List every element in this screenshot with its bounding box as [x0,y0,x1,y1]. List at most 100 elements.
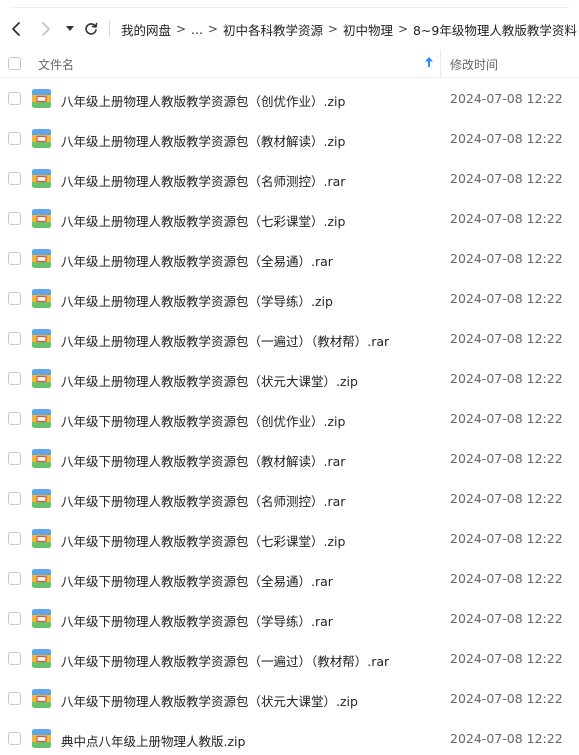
file-row[interactable]: 典中点八年级上册物理人教版.zip 2024-07-08 12:22 [0,720,579,755]
file-modified-time: 2024-07-08 12:22 [450,451,563,466]
file-list: 八年级上册物理人教版教学资源包（创优作业）.zip 2024-07-08 12:2… [0,80,579,755]
row-checkbox[interactable] [8,212,21,225]
chevron-left-icon [12,22,20,36]
file-name[interactable]: 八年级下册物理人教版教学资源包（七彩课堂）.zip [61,531,345,550]
file-row[interactable]: 八年级下册物理人教版教学资源包（七彩课堂）.zip 2024-07-08 12:2… [0,520,579,560]
file-modified-time: 2024-07-08 12:22 [450,571,563,586]
file-modified-time: 2024-07-08 12:22 [450,91,563,106]
file-modified-time: 2024-07-08 12:22 [450,131,563,146]
file-row[interactable]: 八年级上册物理人教版教学资源包（全易通）.rar 2024-07-08 12:22 [0,240,579,280]
row-checkbox[interactable] [8,652,21,665]
archive-file-icon [31,88,52,109]
file-list-header: 文件名 修改时间 [0,50,579,78]
file-name[interactable]: 八年级下册物理人教版教学资源包（状元大课堂）.zip [61,691,358,710]
caret-down-icon [66,26,74,31]
file-row[interactable]: 八年级下册物理人教版教学资源包（创优作业）.zip 2024-07-08 12:2… [0,400,579,440]
row-checkbox[interactable] [8,492,21,505]
file-modified-time: 2024-07-08 12:22 [450,491,563,506]
file-modified-time: 2024-07-08 12:22 [450,291,563,306]
breadcrumb-item-current-folder[interactable]: 8~9年级物理人教版教学资料 [413,20,577,39]
file-row[interactable]: 八年级上册物理人教版教学资源包（状元大课堂）.zip 2024-07-08 12:… [0,360,579,400]
file-row[interactable]: 八年级上册物理人教版教学资源包（学导练）.zip 2024-07-08 12:22 [0,280,579,320]
select-all-checkbox[interactable] [8,57,21,70]
row-checkbox[interactable] [8,572,21,585]
file-row[interactable]: 八年级上册物理人教版教学资源包（创优作业）.zip 2024-07-08 12:2… [0,80,579,120]
row-checkbox[interactable] [8,92,21,105]
file-modified-time: 2024-07-08 12:22 [450,691,563,706]
file-row[interactable]: 八年级上册物理人教版教学资源包（教材解读）.zip 2024-07-08 12:2… [0,120,579,160]
archive-file-icon [31,648,52,669]
chevron-right-icon [42,22,50,36]
file-modified-time: 2024-07-08 12:22 [450,251,563,266]
back-button[interactable] [4,8,28,50]
archive-file-icon [31,168,52,189]
file-name[interactable]: 八年级下册物理人教版教学资源包（学导练）.rar [61,611,333,630]
file-name[interactable]: 八年级上册物理人教版教学资源包（名师测控）.rar [61,171,345,190]
row-checkbox[interactable] [8,732,21,745]
refresh-button[interactable] [81,8,101,50]
file-modified-time: 2024-07-08 12:22 [450,611,563,626]
column-header-modified[interactable]: 修改时间 [450,56,498,73]
file-modified-time: 2024-07-08 12:22 [450,531,563,546]
file-name[interactable]: 八年级下册物理人教版教学资源包（一遍过）（教材帮）.rar [61,651,389,670]
forward-button[interactable] [34,8,58,50]
history-dropdown-button[interactable] [63,8,77,50]
row-checkbox[interactable] [8,292,21,305]
file-row[interactable]: 八年级下册物理人教版教学资源包（状元大课堂）.zip 2024-07-08 12:… [0,680,579,720]
file-name[interactable]: 八年级上册物理人教版教学资源包（全易通）.rar [61,251,333,270]
row-checkbox[interactable] [8,452,21,465]
file-row[interactable]: 八年级下册物理人教版教学资源包（教材解读）.rar 2024-07-08 12:2… [0,440,579,480]
file-row[interactable]: 八年级下册物理人教版教学资源包（学导练）.rar 2024-07-08 12:22 [0,600,579,640]
file-name[interactable]: 八年级下册物理人教版教学资源包（教材解读）.rar [61,451,345,470]
row-checkbox[interactable] [8,132,21,145]
row-checkbox[interactable] [8,692,21,705]
file-modified-time: 2024-07-08 12:22 [450,211,563,226]
breadcrumb-item-junior-resources[interactable]: 初中各科教学资源 [223,20,323,39]
file-row[interactable]: 八年级上册物理人教版教学资源包（七彩课堂）.zip 2024-07-08 12:2… [0,200,579,240]
refresh-icon [85,22,98,35]
file-name[interactable]: 八年级上册物理人教版教学资源包（创优作业）.zip [61,91,345,110]
archive-file-icon [31,328,52,349]
file-row[interactable]: 八年级下册物理人教版教学资源包（全易通）.rar 2024-07-08 12:22 [0,560,579,600]
archive-file-icon [31,568,52,589]
row-checkbox[interactable] [8,252,21,265]
file-name[interactable]: 八年级下册物理人教版教学资源包（创优作业）.zip [61,411,345,430]
file-name[interactable]: 八年级上册物理人教版教学资源包（教材解读）.zip [61,131,345,150]
archive-file-icon [31,288,52,309]
file-name[interactable]: 八年级上册物理人教版教学资源包（一遍过）（教材帮）.rar [61,331,389,350]
file-name[interactable]: 八年级上册物理人教版教学资源包（七彩课堂）.zip [61,211,345,230]
column-header-name[interactable]: 文件名 [38,56,74,73]
breadcrumb-item-junior-physics[interactable]: 初中物理 [343,20,393,39]
file-row[interactable]: 八年级上册物理人教版教学资源包（一遍过）（教材帮）.rar 2024-07-08 … [0,320,579,360]
file-name[interactable]: 八年级上册物理人教版教学资源包（学导练）.zip [61,291,333,310]
file-name[interactable]: 典中点八年级上册物理人教版.zip [61,731,245,750]
row-checkbox[interactable] [8,172,21,185]
file-row[interactable]: 八年级下册物理人教版教学资源包（一遍过）（教材帮）.rar 2024-07-08 … [0,640,579,680]
file-modified-time: 2024-07-08 12:22 [450,411,563,426]
file-row[interactable]: 八年级上册物理人教版教学资源包（名师测控）.rar 2024-07-08 12:2… [0,160,579,200]
row-checkbox[interactable] [8,372,21,385]
file-name[interactable]: 八年级下册物理人教版教学资源包（名师测控）.rar [61,491,345,510]
archive-file-icon [31,248,52,269]
breadcrumb-item-ellipsis[interactable]: ... [191,22,203,37]
breadcrumb-separator: > [207,22,218,36]
archive-file-icon [31,528,52,549]
row-checkbox[interactable] [8,412,21,425]
file-name[interactable]: 八年级上册物理人教版教学资源包（状元大课堂）.zip [61,371,358,390]
breadcrumb-separator: > [397,22,408,36]
arrow-up-icon[interactable] [425,56,433,70]
breadcrumb: 我的网盘 > ... > 初中各科教学资源 > 初中物理 > 8~9年级物理人教… [121,8,577,50]
archive-file-icon [31,728,52,749]
row-checkbox[interactable] [8,532,21,545]
row-checkbox[interactable] [8,612,21,625]
file-modified-time: 2024-07-08 12:22 [450,731,563,746]
file-row[interactable]: 八年级下册物理人教版教学资源包（名师测控）.rar 2024-07-08 12:2… [0,480,579,520]
breadcrumb-item-my-drive[interactable]: 我的网盘 [121,20,171,39]
file-name[interactable]: 八年级下册物理人教版教学资源包（全易通）.rar [61,571,333,590]
nav-separator [109,21,110,37]
file-modified-time: 2024-07-08 12:22 [450,171,563,186]
column-divider[interactable] [440,50,441,78]
archive-file-icon [31,368,52,389]
archive-file-icon [31,608,52,629]
row-checkbox[interactable] [8,332,21,345]
